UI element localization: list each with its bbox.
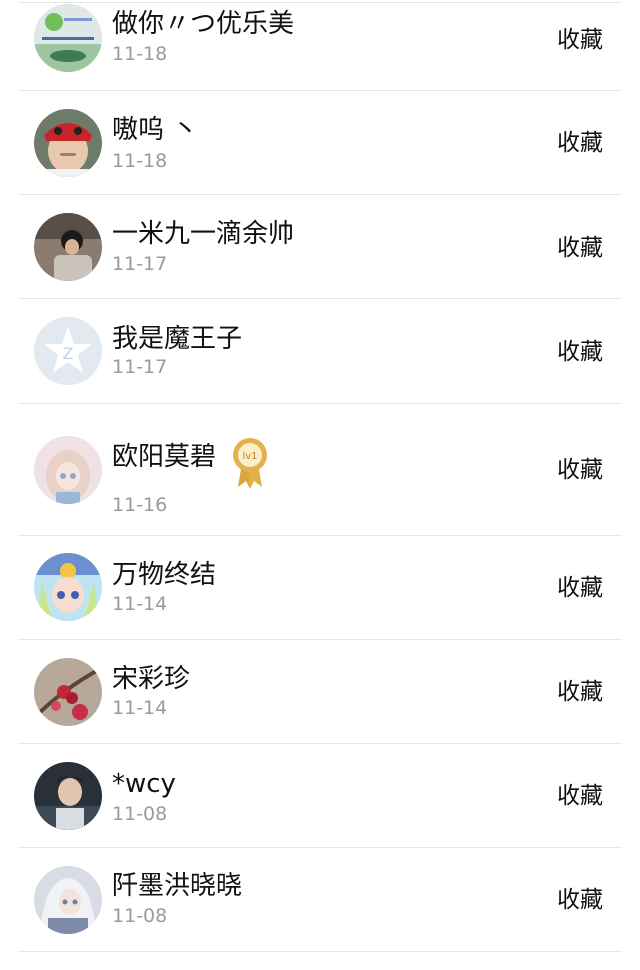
favorite-button[interactable]: 收藏 [557,234,603,262]
anime-girl-avatar[interactable] [34,436,102,504]
favorite-button[interactable]: 收藏 [557,574,603,602]
favorite-button[interactable]: 收藏 [557,782,603,810]
anime-character-avatar[interactable] [34,553,102,621]
contact-date: 11-18 [112,150,168,172]
level-badge-icon: lv1 [233,438,267,489]
favorite-button[interactable]: 收藏 [557,456,603,484]
contact-date: 11-08 [112,905,168,927]
boy-red-hat-avatar[interactable] [34,109,102,177]
favorite-button[interactable]: 收藏 [557,26,603,54]
svg-text:Z: Z [63,344,74,363]
boy-photo-avatar[interactable] [34,762,102,830]
contact-date: 11-18 [112,43,168,65]
contact-name: 嗷呜 丶 [112,115,199,145]
red-flowers-avatar[interactable] [34,658,102,726]
default-qzone-star-avatar[interactable]: Z [34,317,102,385]
divider [18,951,622,952]
list-item[interactable]: 一米九一滴余帅 11-17 收藏 [0,195,640,299]
favorite-button[interactable]: 收藏 [557,129,603,157]
badge-label: lv1 [242,451,257,462]
list-item[interactable]: 万物终结 11-14 收藏 [0,536,640,640]
contact-list: 做你〃つ优乐美 11-18 收藏 嗷呜 丶 11-18 收藏 一米九一滴余帅 1… [0,0,640,970]
anime-white-hair-avatar[interactable] [34,866,102,934]
contact-date: 11-14 [112,697,168,719]
list-item[interactable]: 欧阳莫碧 lv1 11-16 收藏 [0,404,640,535]
contact-date: 11-17 [112,253,168,275]
contact-name: 一米九一滴余帅 [112,219,295,249]
list-item[interactable]: 宋彩珍 11-14 收藏 [0,640,640,744]
contact-date: 11-08 [112,803,168,825]
boy-sitting-avatar[interactable] [34,213,102,281]
list-item[interactable]: 嗷呜 丶 11-18 收藏 [0,91,640,195]
contact-name: 万物终结 [112,560,217,590]
contact-name: 欧阳莫碧 [112,442,217,472]
list-item[interactable]: 阡墨洪晓晓 11-08 收藏 [0,848,640,952]
contact-date: 11-14 [112,593,168,615]
favorite-button[interactable]: 收藏 [557,678,603,706]
list-item[interactable]: Z 我是魔王子 11-17 收藏 [0,299,640,403]
contact-date: 11-16 [112,494,168,516]
list-item[interactable]: *wcy 11-08 收藏 [0,744,640,848]
wechat-landscape-avatar[interactable] [34,4,102,72]
contact-name: 阡墨洪晓晓 [112,871,243,901]
list-item[interactable]: 做你〃つ优乐美 11-18 收藏 [0,0,640,90]
contact-name: 我是魔王子 [112,324,243,354]
contact-name: 宋彩珍 [112,664,191,694]
contact-date: 11-17 [112,356,168,378]
contact-name: *wcy [112,769,176,799]
contact-name: 做你〃つ优乐美 [112,9,295,39]
favorite-button[interactable]: 收藏 [557,886,603,914]
favorite-button[interactable]: 收藏 [557,338,603,366]
